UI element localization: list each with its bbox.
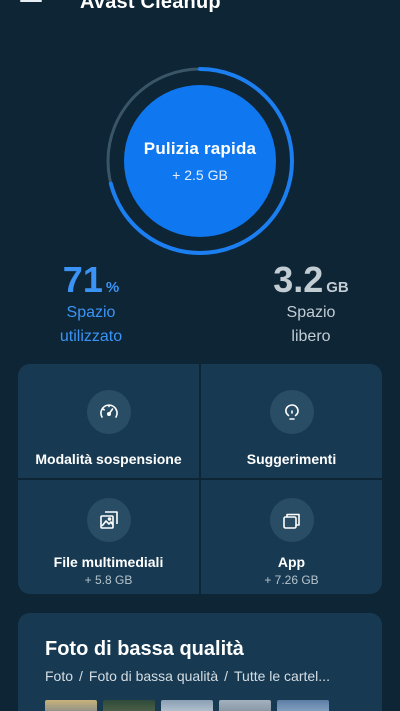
feature-grid: Modalità sospensione Suggerimenti File m… xyxy=(18,364,382,594)
photo-thumbnail[interactable] xyxy=(103,700,155,711)
image-stack-icon xyxy=(86,498,131,542)
free-space-label-1: Spazio xyxy=(286,304,336,321)
photo-thumbnails xyxy=(45,700,329,711)
used-space-label-1: Spazio xyxy=(66,304,116,321)
quick-clean-label: Pulizia rapida xyxy=(143,139,257,158)
app-title: Avast Cleanup xyxy=(80,0,221,13)
used-space-label-2: utilizzato xyxy=(59,328,123,345)
storage-usage-ring: Pulizia rapida + 2.5 GB xyxy=(103,64,297,258)
tile-media-files-label: File multimediali xyxy=(53,554,164,570)
used-space-stat: 71% Spazio utilizzato xyxy=(40,258,142,350)
breadcrumb-item: Tutte le cartel... xyxy=(234,668,330,684)
used-percent-unit: % xyxy=(105,279,120,296)
quick-clean-button[interactable]: Pulizia rapida + 2.5 GB xyxy=(124,85,276,237)
tile-apps-size: + 7.26 GB xyxy=(264,573,319,587)
tile-suggestions[interactable]: Suggerimenti xyxy=(201,364,382,478)
photo-thumbnail[interactable] xyxy=(219,700,271,711)
quick-clean-amount: + 2.5 GB xyxy=(172,167,228,183)
top-app-bar: Avast Cleanup xyxy=(0,0,400,14)
card-title: Foto di bassa qualità xyxy=(45,638,244,660)
free-space-number: 3.2 xyxy=(273,259,324,300)
photo-thumbnail[interactable] xyxy=(277,700,329,711)
breadcrumb-separator: / xyxy=(79,668,83,684)
tile-media-files-size: + 5.8 GB xyxy=(84,573,133,587)
used-percent-number: 71 xyxy=(62,259,103,300)
breadcrumb-separator: / xyxy=(224,668,228,684)
free-space-label-2: libero xyxy=(291,328,331,345)
tile-apps[interactable]: App + 7.26 GB xyxy=(201,480,382,594)
breadcrumb: Foto / Foto di bassa qualità / Tutte le cart… xyxy=(45,668,365,684)
hamburger-menu-icon[interactable] xyxy=(20,0,42,8)
free-space-value: 3.2 GB xyxy=(255,258,367,302)
low-quality-photos-card[interactable]: Foto di bassa qualità Foto / Foto di bassa… xyxy=(18,613,382,711)
free-space-unit: GB xyxy=(326,279,349,296)
photo-thumbnail[interactable] xyxy=(161,700,213,711)
tile-sleep-mode-label: Modalità sospensione xyxy=(35,451,182,467)
tile-suggestions-label: Suggerimenti xyxy=(246,451,337,467)
app-stack-icon xyxy=(269,498,314,542)
breadcrumb-item: Foto xyxy=(45,668,74,684)
used-space-value: 71% xyxy=(40,258,142,302)
tile-sleep-mode[interactable]: Modalità sospensione xyxy=(18,364,199,478)
speedometer-icon xyxy=(86,390,131,434)
free-space-stat: 3.2 GB Spazio libero xyxy=(255,258,367,350)
breadcrumb-item: Foto di bassa qualità xyxy=(88,668,219,684)
photo-thumbnail[interactable] xyxy=(45,700,97,711)
tile-apps-label: App xyxy=(277,554,306,570)
lightbulb-icon xyxy=(269,390,314,434)
tile-media-files[interactable]: File multimediali + 5.8 GB xyxy=(18,480,199,594)
